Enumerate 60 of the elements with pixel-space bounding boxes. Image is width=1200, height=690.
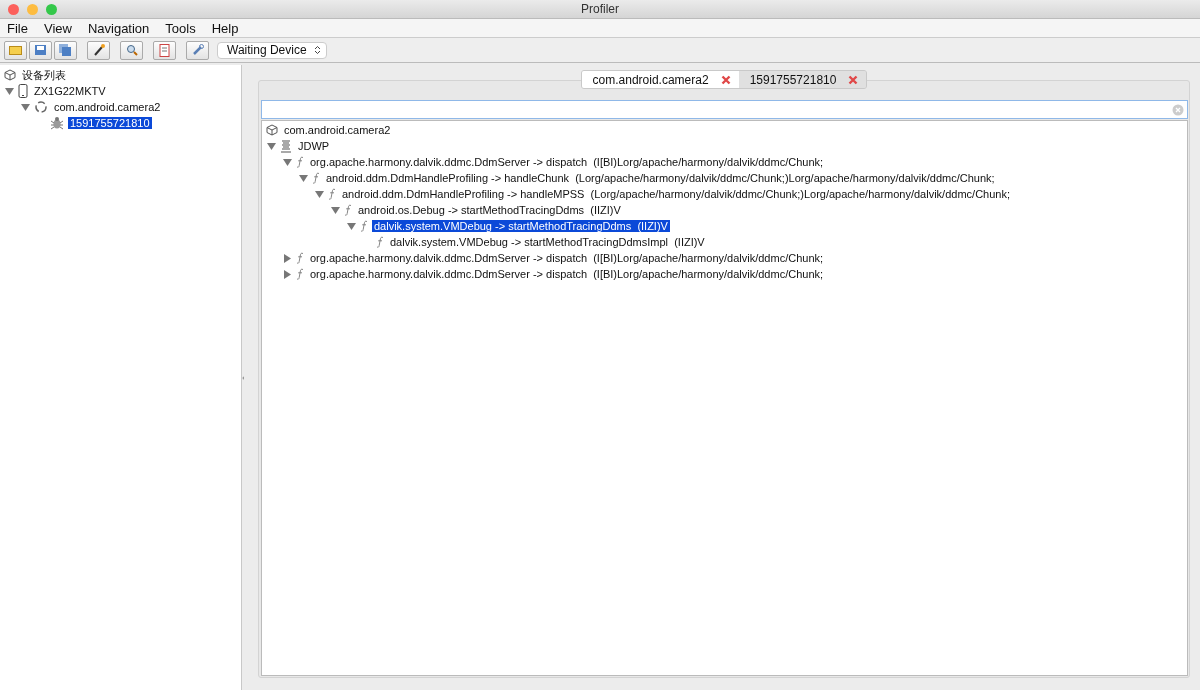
search-icon[interactable] (120, 40, 143, 60)
tree-item[interactable]: com.android.camera2 (282, 124, 393, 136)
folder-icon[interactable] (4, 40, 27, 60)
function-icon (376, 236, 384, 248)
menu-item[interactable]: View (43, 20, 79, 36)
tree-item[interactable]: 设备列表 (20, 67, 68, 83)
close-icon[interactable] (720, 74, 731, 85)
expanded-arrow-icon[interactable] (314, 190, 324, 198)
expanded-arrow-icon[interactable] (330, 206, 340, 214)
notebook-icon[interactable] (153, 40, 176, 60)
tree-item[interactable]: JDWP (296, 140, 332, 152)
tab[interactable]: com.android.camera2 (581, 71, 739, 88)
tree-item[interactable]: org.apache.harmony.dalvik.ddmc.DdmServer -> dispatch (I[BI)Lorg/apache/harmony/dalvik/ddmc/Chunk; (308, 156, 826, 168)
function-icon (296, 268, 304, 280)
phone-icon (18, 84, 28, 98)
tree-item[interactable]: com.android.camera2 (52, 101, 163, 113)
device-dropdown-value: Waiting Device (227, 43, 307, 57)
filter-field[interactable] (261, 100, 1188, 119)
function-icon (296, 156, 304, 168)
menu-item[interactable]: Help (211, 20, 246, 36)
expanded-arrow-icon[interactable] (298, 174, 308, 182)
function-icon (296, 252, 304, 264)
save-all-icon[interactable] (54, 40, 77, 60)
updown-caret-icon (314, 45, 321, 55)
wrench-icon[interactable] (186, 40, 209, 60)
function-icon (312, 172, 320, 184)
tree-item[interactable]: android.ddm.DdmHandleProfiling -> handleChunk (Lorg/apache/harmony/dalvik/ddmc/Chunk;)Lorg/apache/harmony/dalvik/ddmc/Chunk; (324, 172, 997, 184)
tree-item[interactable]: android.ddm.DdmHandleProfiling -> handleMPSS (Lorg/apache/harmony/dalvik/ddmc/Chunk;)Lorg/apache/harmony/dalvik/ddmc/Chunk; (340, 188, 1012, 200)
tree-item[interactable]: dalvik.system.VMDebug -> startMethodTracingDdmsImpl (IIZI)V (388, 236, 707, 248)
tree-item[interactable]: dalvik.system.VMDebug -> startMethodTracingDdms (IIZI)V (372, 220, 670, 232)
cube-icon (266, 124, 278, 136)
menu-item[interactable]: Tools (165, 20, 203, 36)
tree-item[interactable]: org.apache.harmony.dalvik.ddmc.DdmServer -> dispatch (I[BI)Lorg/apache/harmony/dalvik/ddmc/Chunk; (308, 268, 826, 280)
window-title: Profiler (581, 2, 619, 16)
function-icon (328, 188, 336, 200)
bug-icon (50, 116, 64, 130)
expanded-arrow-icon[interactable] (4, 87, 14, 95)
expanded-arrow-icon[interactable] (266, 142, 276, 150)
expanded-arrow-icon[interactable] (282, 158, 292, 166)
collapsed-arrow-icon[interactable] (283, 269, 291, 279)
function-icon (344, 204, 352, 216)
tree-item[interactable]: ZX1G22MKTV (32, 85, 108, 97)
menu-item[interactable]: Navigation (87, 20, 157, 36)
cube-icon (4, 69, 16, 81)
close-icon[interactable] (848, 74, 859, 85)
cycle-icon (34, 100, 48, 114)
stack-icon (280, 139, 292, 153)
device-dropdown[interactable]: Waiting Device (217, 41, 327, 59)
expanded-arrow-icon[interactable] (346, 222, 356, 230)
wand-icon[interactable] (87, 40, 110, 60)
split-handle-icon[interactable] (242, 375, 244, 380)
collapsed-arrow-icon[interactable] (283, 253, 291, 263)
expanded-arrow-icon[interactable] (20, 103, 30, 111)
menu-item[interactable]: File (7, 20, 35, 36)
save-icon[interactable] (29, 40, 52, 60)
function-icon (360, 220, 368, 232)
tree-item[interactable]: org.apache.harmony.dalvik.ddmc.DdmServer -> dispatch (I[BI)Lorg/apache/harmony/dalvik/ddmc/Chunk; (308, 252, 826, 264)
close-button[interactable] (8, 4, 19, 15)
tree-item[interactable]: 1591755721810 (68, 117, 152, 129)
tree-item[interactable]: android.os.Debug -> startMethodTracingDdms (IIZI)V (356, 204, 623, 216)
